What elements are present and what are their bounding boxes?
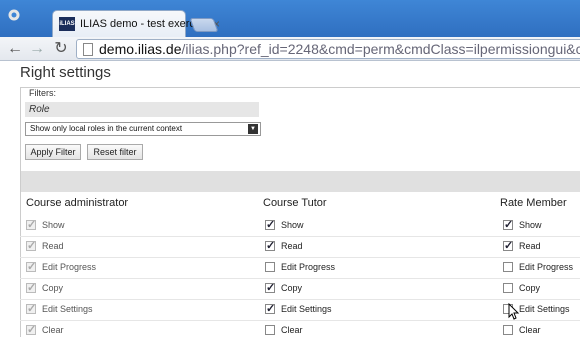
url-text: demo.ilias.de/ilias.php?ref_id=2248&cmd=…	[99, 41, 580, 57]
table-left-border	[20, 171, 21, 337]
permission-cell: Edit Settings	[26, 302, 93, 316]
permission-checkbox[interactable]	[503, 325, 513, 335]
permission-cell: Clear	[503, 323, 541, 337]
permission-cell: Copy	[265, 281, 302, 295]
permission-label: Copy	[42, 283, 64, 293]
permission-cell: Clear	[26, 323, 64, 337]
chevron-down-icon[interactable]: ▼	[248, 124, 258, 134]
permission-cell: Edit Progress	[265, 260, 335, 274]
permission-checkbox[interactable]	[503, 262, 513, 272]
browser-tab[interactable]: iLIAS ILIAS demo - test exercise ×	[52, 10, 220, 37]
role-label: Role	[25, 102, 259, 117]
permission-checkbox[interactable]	[265, 262, 275, 272]
forward-arrow-icon[interactable]: →	[28, 40, 46, 58]
permission-checkbox[interactable]	[265, 218, 275, 231]
permission-label: Edit Settings	[42, 304, 93, 314]
table-row-divider	[20, 236, 580, 237]
back-arrow-icon[interactable]: ←	[6, 40, 24, 58]
permission-label: Clear	[519, 325, 541, 335]
page-title: Right settings	[20, 64, 111, 81]
new-tab-button[interactable]	[189, 18, 219, 32]
permission-label: Show	[519, 220, 542, 230]
permission-label: Edit Progress	[519, 262, 574, 272]
mouse-cursor-icon	[508, 303, 520, 320]
permission-checkbox[interactable]	[265, 239, 275, 252]
table-header-bar	[20, 171, 580, 192]
permission-label: Copy	[281, 283, 303, 293]
permission-label: Read	[281, 241, 303, 251]
permission-cell: Show	[265, 218, 304, 232]
column-header-rate-member: Rate Member	[500, 197, 567, 209]
permission-label: Show	[42, 220, 65, 230]
permission-label: Clear	[281, 325, 303, 335]
permission-cell: Edit Progress	[503, 260, 573, 274]
permission-checkbox	[26, 302, 36, 315]
column-header-course-administrator: Course administrator	[26, 197, 129, 209]
address-bar[interactable]: demo.ilias.de/ilias.php?ref_id=2248&cmd=…	[76, 39, 580, 59]
permission-checkbox[interactable]	[265, 302, 275, 315]
permission-cell: Read	[26, 239, 64, 253]
permission-checkbox[interactable]	[265, 281, 275, 294]
column-header-course-tutor: Course Tutor	[263, 197, 327, 209]
permission-checkbox	[26, 323, 36, 336]
permission-label: Read	[519, 241, 541, 251]
permission-cell: Show	[503, 218, 542, 232]
permission-label: Edit Settings	[281, 304, 332, 314]
page-content: Right settings Filters: Role Show only l…	[0, 61, 580, 337]
permission-label: Edit Progress	[42, 262, 97, 272]
permission-checkbox[interactable]	[265, 325, 275, 335]
permission-checkbox	[26, 218, 36, 231]
table-row-divider	[20, 320, 580, 321]
chrome-logo-icon	[8, 9, 20, 21]
browser-toolbar: ← → ↻ demo.ilias.de/ilias.php?ref_id=224…	[0, 37, 580, 61]
table-row-divider	[20, 257, 580, 258]
permission-cell: Copy	[503, 281, 540, 295]
permission-label: Edit Progress	[281, 262, 336, 272]
permission-checkbox	[26, 260, 36, 273]
permission-label: Clear	[42, 325, 64, 335]
permission-cell: Read	[503, 239, 541, 253]
permission-cell: Edit Progress	[26, 260, 96, 274]
permission-checkbox[interactable]	[503, 239, 513, 252]
permission-cell: Read	[265, 239, 303, 253]
page-icon	[83, 42, 93, 56]
permission-cell: Copy	[26, 281, 63, 295]
permission-checkbox	[26, 281, 36, 294]
window-titlebar: iLIAS ILIAS demo - test exercise ×	[0, 0, 580, 37]
permission-label: Read	[42, 241, 64, 251]
reset-filter-button[interactable]: Reset filter	[87, 144, 143, 160]
permission-checkbox[interactable]	[503, 218, 513, 231]
permission-cell: Show	[26, 218, 65, 232]
apply-filter-button[interactable]: Apply Filter	[25, 144, 81, 160]
table-row-divider	[20, 299, 580, 300]
permission-label: Copy	[519, 283, 541, 293]
table-row-divider	[20, 278, 580, 279]
permission-cell: Clear	[265, 323, 303, 337]
role-select[interactable]: Show only local roles in the current con…	[25, 122, 261, 136]
permission-label: Show	[281, 220, 304, 230]
permission-label: Edit Settings	[519, 304, 570, 314]
permission-checkbox[interactable]	[503, 283, 513, 293]
filters-legend: Filters:	[27, 88, 58, 98]
role-select-value: Show only local roles in the current con…	[30, 124, 183, 133]
permission-cell: Edit Settings	[265, 302, 332, 316]
ilias-favicon-icon: iLIAS	[59, 17, 75, 31]
permission-checkbox	[26, 239, 36, 252]
reload-icon[interactable]: ↻	[52, 40, 70, 58]
